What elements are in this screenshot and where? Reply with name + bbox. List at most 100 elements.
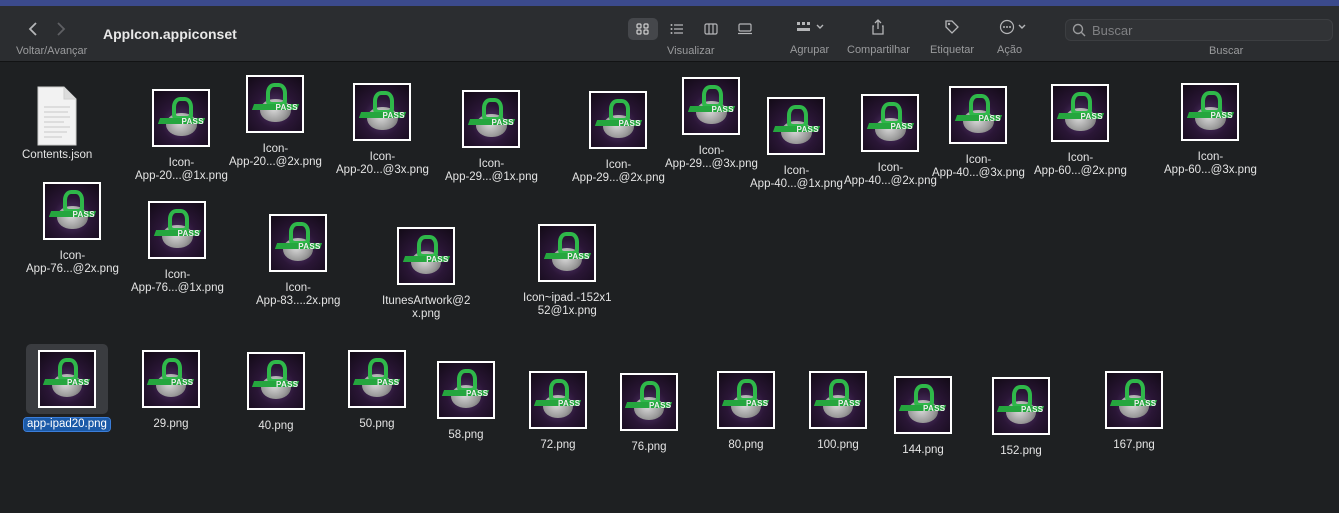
file-item[interactable]: PASS Icon- App-29...@1x.png [445,84,538,184]
file-item[interactable]: PASS Icon- App-60...@2x.png [1034,78,1127,178]
file-name-line1: Icon- [965,154,992,166]
file-item[interactable]: PASS Icon- App-20...@3x.png [336,77,429,177]
share-icon [871,16,885,38]
file-item[interactable]: PASS Icon- App-29...@2x.png [572,85,665,185]
file-name-line1: Icon- [59,250,86,262]
app-icon-thumbnail: PASS [620,373,678,431]
file-item[interactable]: Contents.json [22,85,92,162]
app-icon-thumbnail: PASS [717,371,775,429]
file-item[interactable]: PASS Icon- App-40...@3x.png [932,80,1025,180]
app-icon-thumbnail: PASS [142,350,200,408]
chevron-left-icon [28,22,37,36]
app-icon-thumbnail: PASS [861,94,920,152]
file-item[interactable]: PASS 29.png [136,344,206,431]
file-item[interactable]: PASS Icon- App-60...@3x.png [1164,77,1257,177]
app-icon-thumbnail: PASS [767,97,826,155]
forward-button[interactable] [54,20,68,38]
file-name: 167.png [1113,439,1155,451]
tag-icon [944,16,960,38]
file-name-line1: Icon- [164,269,191,281]
tag-label: Etiquetar [930,44,975,56]
share-button[interactable]: Compartilhar [847,16,910,56]
column-view-button[interactable] [696,18,726,40]
file-name: 144.png [902,444,944,456]
file-item[interactable]: PASS Icon- App-29...@3x.png [665,71,758,171]
file-name-line1: Icon- [285,282,311,294]
gallery-view-button[interactable] [730,18,760,40]
file-name-line1: Icon- [478,158,505,170]
file-item[interactable]: PASS 144.png [888,370,958,457]
file-grid: Contents.json PASS Icon- App-20...@1x.pn… [0,63,1339,513]
app-icon-thumbnail: PASS [894,376,952,434]
chevron-right-icon [57,22,66,36]
file-item-selected[interactable]: PASS app-ipad20.png [23,344,111,432]
file-name-line2: App-29...@3x.png [665,158,758,170]
window-title: AppIcon.appiconset [103,26,237,42]
file-item[interactable]: PASS Icon- App-40...@1x.png [750,91,843,191]
file-name-line2: App-60...@2x.png [1034,165,1127,177]
app-icon-thumbnail: PASS [1181,83,1240,141]
file-name-line1: Icon- [369,151,396,163]
back-button[interactable] [26,20,40,38]
search-input[interactable] [1092,22,1322,38]
document-icon [34,85,80,146]
list-icon [670,24,683,34]
search-field[interactable] [1065,19,1333,41]
file-item[interactable]: PASS 40.png [241,346,311,433]
file-name-line1: ItunesArtwork@2 [382,295,471,307]
app-icon-thumbnail: PASS [1051,84,1110,142]
view-label: Visualizar [667,45,715,57]
file-item[interactable]: PASS Icon- App-20...@2x.png [229,69,322,169]
file-name: 58.png [448,429,484,441]
file-item[interactable]: PASS 50.png [342,344,412,431]
file-item[interactable]: PASS Icon- App-76...@1x.png [131,195,224,295]
app-icon-thumbnail: PASS [538,224,597,282]
action-label: Ação [997,44,1023,56]
nav-label: Voltar/Avançar [16,45,88,57]
app-icon-thumbnail: PASS [437,361,495,419]
grid-icon [636,23,649,35]
more-actions-icon [999,16,1029,38]
icon-view-button[interactable] [628,18,658,40]
file-name: 152.png [1000,445,1042,457]
file-item[interactable]: PASS 80.png [711,365,781,452]
app-icon-thumbnail: PASS [462,90,521,148]
file-name-line2: App-20...@2x.png [229,156,322,168]
file-name-line2: App-20...@1x.png [135,170,228,182]
share-label: Compartilhar [847,44,910,56]
columns-icon [704,23,718,35]
file-name-line2: App-29...@1x.png [445,171,538,183]
file-name-line1: Icon- [783,165,810,177]
file-item[interactable]: PASS 72.png [523,365,593,452]
file-name-line1: Icon- [1067,152,1094,164]
file-item[interactable]: PASS Icon- App-76...@2x.png [26,176,119,276]
file-item[interactable]: PASS Icon- App-40...@2x.png [844,88,937,188]
file-name: 50.png [359,418,395,430]
file-item[interactable]: PASS 58.png [431,355,501,442]
file-name-line2: App-40...@2x.png [844,175,937,187]
tag-button[interactable]: Etiquetar [930,16,974,56]
app-icon-thumbnail: PASS [809,371,867,429]
file-name: app-ipad20.png [23,417,111,432]
file-name-line1: Icon- [605,159,632,171]
list-view-button[interactable] [662,18,692,40]
file-item[interactable]: PASS 100.png [803,365,873,452]
file-item[interactable]: PASS Icon- App-20...@1x.png [135,83,228,183]
file-item[interactable]: PASS 152.png [986,371,1056,458]
search-icon [1072,23,1086,37]
app-icon-thumbnail: PASS [246,75,305,133]
file-item[interactable]: PASS 167.png [1099,365,1169,452]
file-item[interactable]: PASS Icon- App-83....2x.png [256,208,340,308]
file-item[interactable]: PASS ItunesArtwork@2 x.png [382,221,470,321]
action-button[interactable]: Ação [997,16,1030,56]
group-button[interactable]: Agrupar [790,16,829,56]
file-name-line1: Icon- [168,157,195,169]
file-name-line1: Icon- [1197,151,1224,163]
file-name: 40.png [258,420,294,432]
file-name-line2: App-40...@3x.png [932,167,1025,179]
app-icon-thumbnail: PASS [353,83,412,141]
file-name: 80.png [728,439,764,451]
file-item[interactable]: PASS Icon~ipad.-152x1 52@1x.png [523,218,612,318]
app-icon-thumbnail: PASS [682,77,741,135]
file-item[interactable]: PASS 76.png [614,367,684,454]
